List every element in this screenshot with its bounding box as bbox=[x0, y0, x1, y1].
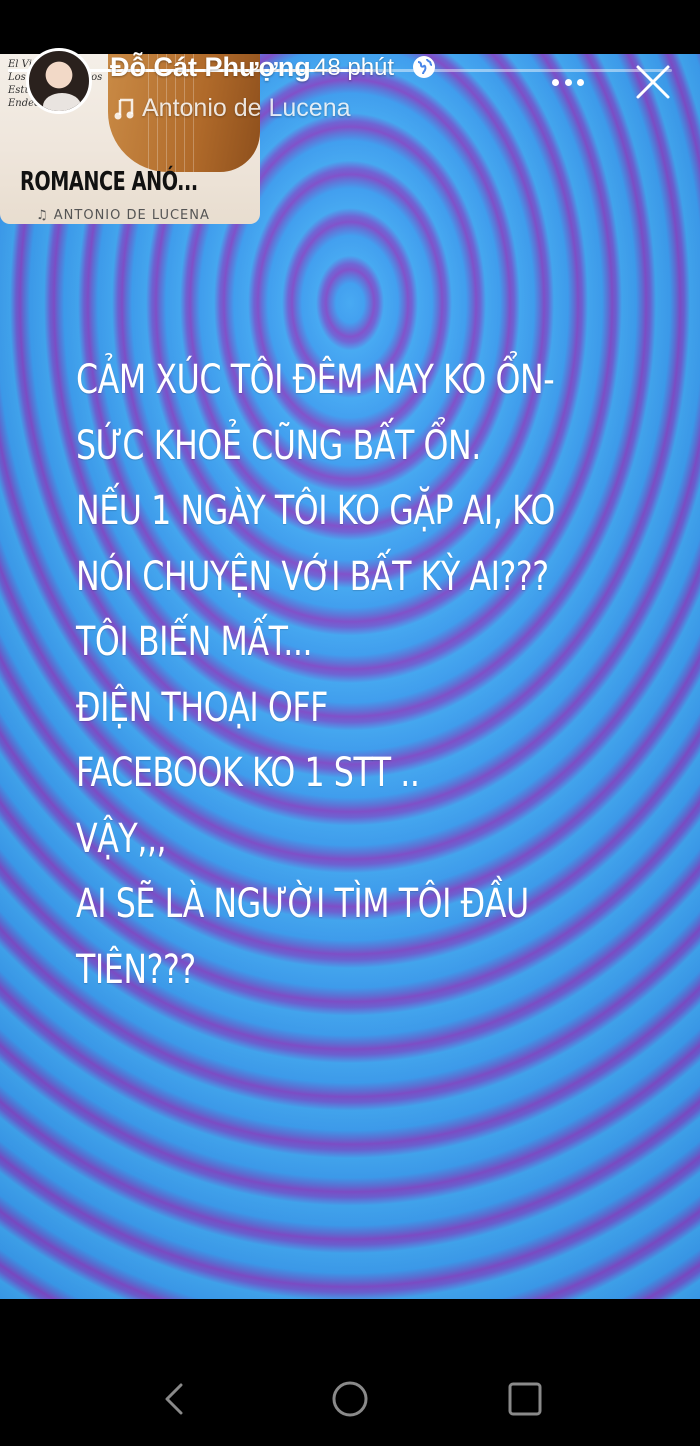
nav-back-icon[interactable] bbox=[155, 1379, 195, 1419]
story-line: FACEBOOK KO 1 STT .. bbox=[76, 750, 420, 796]
more-options-icon bbox=[552, 78, 559, 86]
user-name[interactable]: Đỗ Cát Phượng bbox=[110, 52, 311, 83]
more-options-button[interactable] bbox=[548, 70, 588, 94]
story-line: AI SẼ LÀ NGƯỜI TÌM TÔI ĐẦU bbox=[76, 881, 529, 927]
music-note-icon bbox=[114, 98, 134, 119]
album-artist: ♫ ANTONIO DE LUCENA bbox=[36, 208, 210, 223]
nav-home-icon[interactable] bbox=[330, 1379, 370, 1419]
more-options-icon bbox=[577, 78, 584, 86]
story-line: TÔI BIẾN MẤT... bbox=[76, 619, 313, 665]
system-nav-bar bbox=[0, 1299, 700, 1446]
story-text: CẢM XÚC TÔI ĐÊM NAY KO ỔN- SỨC KHOẺ CŨNG… bbox=[76, 348, 676, 1003]
nav-recents-icon[interactable] bbox=[505, 1379, 545, 1419]
more-options-icon bbox=[564, 78, 572, 86]
story-line: CẢM XÚC TÔI ĐÊM NAY KO ỔN- bbox=[76, 357, 555, 403]
avatar[interactable] bbox=[26, 48, 92, 114]
album-title: ROMANCE ANÓ... bbox=[20, 167, 198, 197]
story-viewer[interactable]: El Vito Los Campanilleros Estudio Cano E… bbox=[0, 54, 700, 1299]
globe-icon bbox=[413, 56, 435, 78]
post-time: 48 phút bbox=[314, 54, 395, 81]
music-artist: Antonio de Lucena bbox=[142, 94, 351, 122]
story-line: ĐIỆN THOẠI OFF bbox=[76, 684, 328, 731]
close-icon[interactable] bbox=[633, 62, 673, 102]
story-line: NẾU 1 NGÀY TÔI KO GẶP AI, KO bbox=[76, 488, 556, 534]
music-track[interactable]: Antonio de Lucena bbox=[114, 94, 351, 123]
story-line: TIÊN??? bbox=[76, 946, 196, 993]
story-line: SỨC KHOẺ CŨNG BẤT ỔN. bbox=[76, 422, 481, 469]
story-line: VẬY,,, bbox=[76, 815, 167, 862]
story-line: NÓI CHUYỆN VỚI BẤT KỲ AI??? bbox=[76, 553, 549, 600]
